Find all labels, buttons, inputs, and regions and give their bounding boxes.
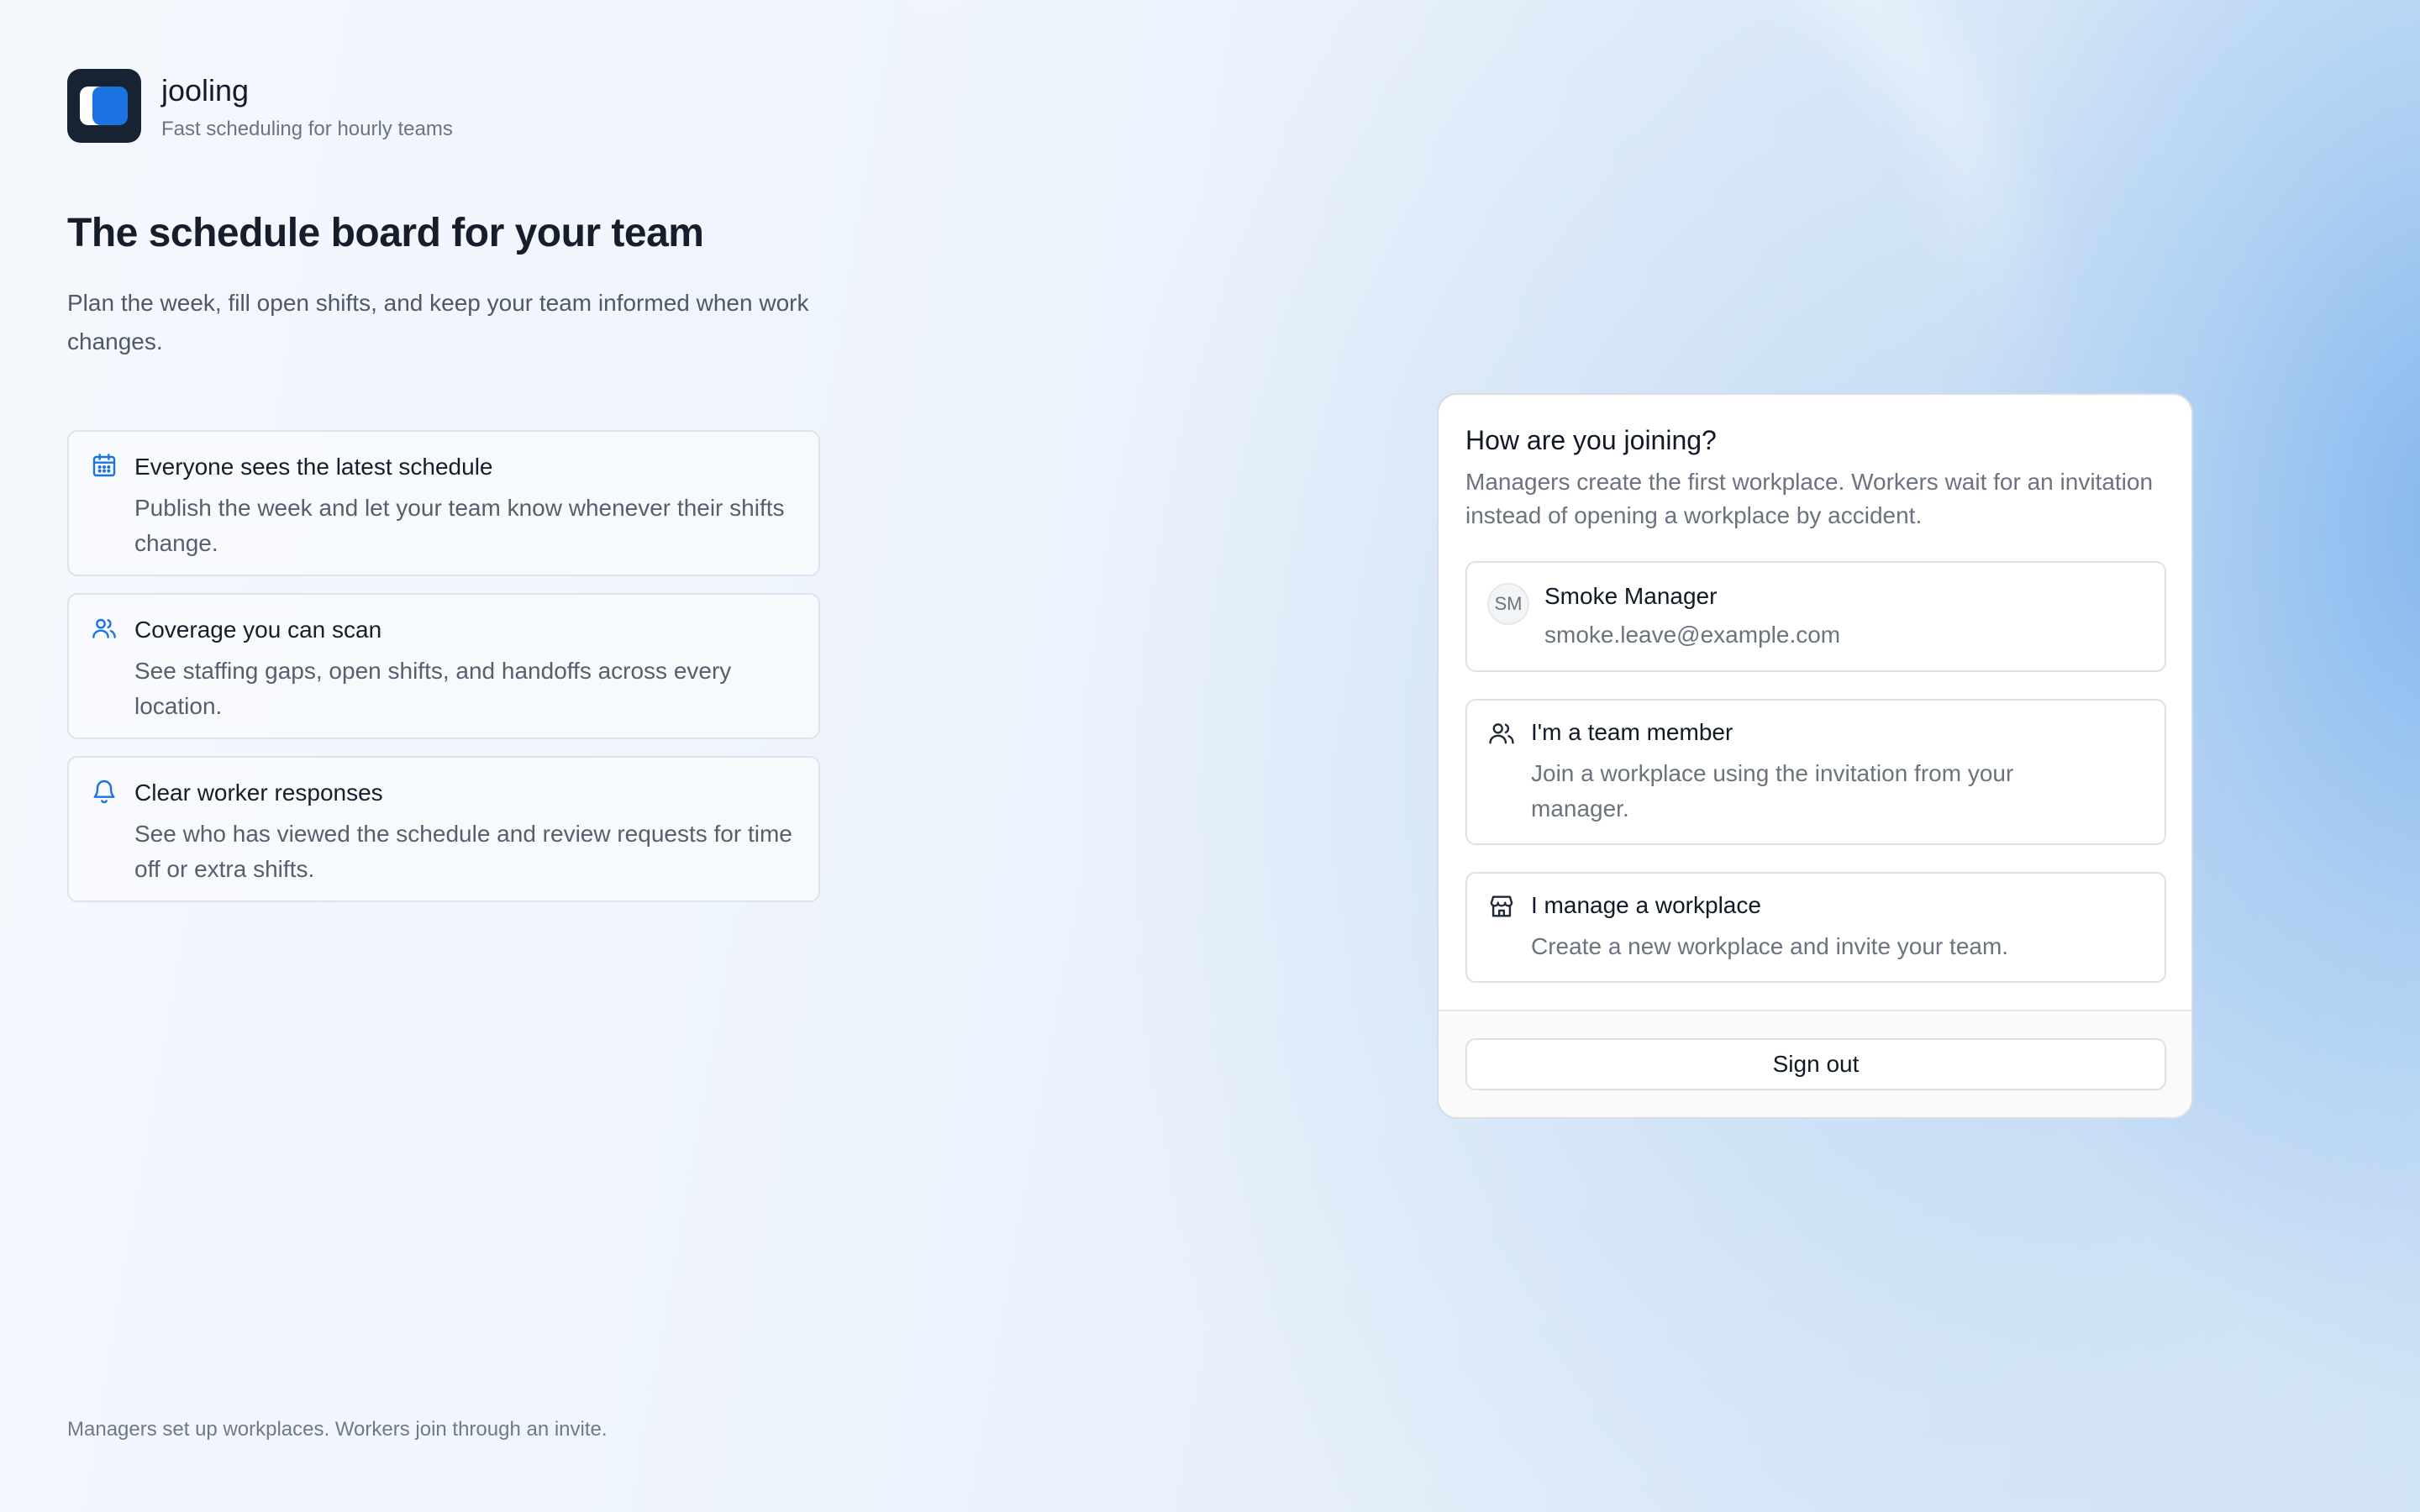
- feature-description: See staffing gaps, open shifts, and hand…: [134, 658, 732, 719]
- avatar: SM: [1487, 583, 1529, 625]
- join-card-title: How are you joining?: [1465, 425, 1717, 455]
- option-title: I manage a workplace: [1531, 892, 1761, 918]
- store-icon: [1490, 895, 1513, 917]
- brand-name: jooling: [161, 73, 250, 108]
- users-icon: [92, 618, 116, 638]
- account-name: Smoke Manager: [1544, 583, 1718, 609]
- brand-tagline: Fast scheduling for hourly teams: [161, 118, 453, 140]
- manager-option[interactable]: I manage a workplace Create a new workpl…: [1465, 872, 2166, 983]
- feature-title: Clear worker responses: [134, 780, 383, 806]
- feature-card-worker-responses: Clear worker responses See who has viewe…: [67, 756, 820, 902]
- app-logo: [67, 69, 141, 143]
- account-email: smoke.leave@example.com: [1544, 622, 1841, 648]
- team-member-option[interactable]: I'm a team member Join a workplace using…: [1465, 699, 2166, 845]
- feature-description: Publish the week and let your team know …: [134, 495, 785, 556]
- feature-list: Everyone sees the latest schedule Publis…: [67, 430, 820, 919]
- brand-header: jooling Fast scheduling for hourly teams: [67, 69, 453, 144]
- option-description: Create a new workplace and invite your t…: [1531, 933, 2009, 959]
- feature-card-coverage: Coverage you can scan See staffing gaps,…: [67, 593, 820, 739]
- bell-icon: [93, 780, 115, 804]
- feature-card-latest-schedule: Everyone sees the latest schedule Publis…: [67, 430, 820, 576]
- users-icon: [1489, 723, 1514, 744]
- footer-note: Managers set up workplaces. Workers join…: [67, 1418, 608, 1441]
- feature-title: Everyone sees the latest schedule: [134, 454, 493, 480]
- option-title: I'm a team member: [1531, 719, 1733, 745]
- calendar-icon: [92, 454, 116, 477]
- sign-out-button[interactable]: Sign out: [1465, 1038, 2166, 1090]
- join-card-footer: Sign out: [1439, 1010, 2191, 1117]
- page-title: The schedule board for your team: [67, 211, 704, 255]
- feature-title: Coverage you can scan: [134, 617, 382, 643]
- page-subtitle: Plan the week, fill open shifts, and kee…: [67, 290, 809, 354]
- join-card-subtitle: Managers create the first workplace. Wor…: [1465, 469, 2154, 528]
- join-card: How are you joining? Managers create the…: [1437, 393, 2193, 1119]
- option-description: Join a workplace using the invitation fr…: [1531, 760, 2014, 822]
- feature-description: See who has viewed the schedule and revi…: [134, 821, 792, 882]
- signed-in-account: SM Smoke Manager smoke.leave@example.com: [1465, 561, 2166, 672]
